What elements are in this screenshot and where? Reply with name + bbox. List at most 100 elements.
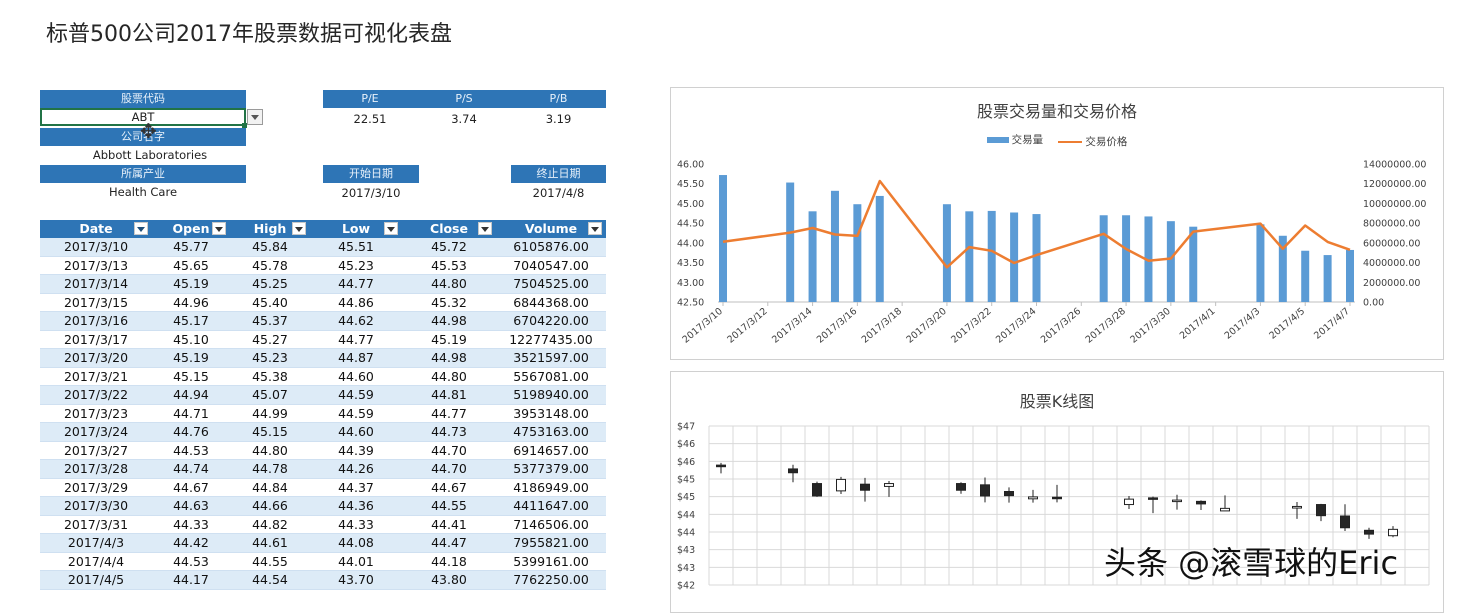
table-row[interactable]: 2017/3/2844.7444.7844.2644.705377379.00 <box>40 460 606 479</box>
cell-high[interactable]: 44.99 <box>230 405 310 423</box>
cell-close[interactable]: 43.80 <box>402 571 496 589</box>
cell-low[interactable]: 44.26 <box>310 460 402 478</box>
cell-low[interactable]: 44.37 <box>310 479 402 497</box>
cell-low[interactable]: 45.51 <box>310 238 402 256</box>
table-row[interactable]: 2017/3/2944.6744.8444.3744.674186949.00 <box>40 479 606 498</box>
cell-volume[interactable]: 6914657.00 <box>496 442 606 460</box>
table-row[interactable]: 2017/3/2145.1545.3844.6044.805567081.00 <box>40 368 606 387</box>
cell-close[interactable]: 44.80 <box>402 275 496 293</box>
cell-open[interactable]: 45.77 <box>152 238 230 256</box>
cell-high[interactable]: 45.37 <box>230 312 310 330</box>
cell-low[interactable]: 45.23 <box>310 257 402 275</box>
cell-date[interactable]: 2017/3/14 <box>40 275 152 293</box>
cell-date[interactable]: 2017/3/24 <box>40 423 152 441</box>
cell-open[interactable]: 45.19 <box>152 275 230 293</box>
cell-high[interactable]: 45.07 <box>230 386 310 404</box>
table-row[interactable]: 2017/3/3144.3344.8244.3344.417146506.00 <box>40 516 606 535</box>
cell-date[interactable]: 2017/4/5 <box>40 571 152 589</box>
cell-open[interactable]: 44.71 <box>152 405 230 423</box>
volume-price-chart-panel[interactable]: 股票交易量和交易价格 交易量 交易价格 42.5043.0043.5044.00… <box>670 87 1444 360</box>
cell-close[interactable]: 44.98 <box>402 312 496 330</box>
cell-volume[interactable]: 12277435.00 <box>496 331 606 349</box>
cell-date[interactable]: 2017/3/15 <box>40 294 152 312</box>
cell-close[interactable]: 44.70 <box>402 442 496 460</box>
table-row[interactable]: 2017/3/2744.5344.8044.3944.706914657.00 <box>40 442 606 461</box>
cell-high[interactable]: 44.61 <box>230 534 310 552</box>
cell-high[interactable]: 44.55 <box>230 553 310 571</box>
cell-low[interactable]: 44.01 <box>310 553 402 571</box>
cell-high[interactable]: 45.84 <box>230 238 310 256</box>
table-row[interactable]: 2017/3/1345.6545.7845.2345.537040547.00 <box>40 257 606 276</box>
cell-close[interactable]: 44.80 <box>402 368 496 386</box>
cell-date[interactable]: 2017/3/27 <box>40 442 152 460</box>
cell-open[interactable]: 45.17 <box>152 312 230 330</box>
filter-dropdown-icon[interactable] <box>588 222 602 235</box>
cell-high[interactable]: 45.78 <box>230 257 310 275</box>
table-row[interactable]: 2017/3/1745.1045.2744.7745.1912277435.00 <box>40 331 606 350</box>
cell-volume[interactable]: 4186949.00 <box>496 479 606 497</box>
cell-date[interactable]: 2017/3/28 <box>40 460 152 478</box>
cell-low[interactable]: 44.33 <box>310 516 402 534</box>
cell-date[interactable]: 2017/3/10 <box>40 238 152 256</box>
cell-low[interactable]: 44.86 <box>310 294 402 312</box>
cell-low[interactable]: 44.39 <box>310 442 402 460</box>
cell-close[interactable]: 45.19 <box>402 331 496 349</box>
cell-date[interactable]: 2017/4/4 <box>40 553 152 571</box>
ticker-dropdown-button[interactable] <box>247 109 263 125</box>
cell-low[interactable]: 44.77 <box>310 275 402 293</box>
cell-date[interactable]: 2017/3/23 <box>40 405 152 423</box>
cell-date[interactable]: 2017/3/22 <box>40 386 152 404</box>
cell-open[interactable]: 44.74 <box>152 460 230 478</box>
cell-volume[interactable]: 7955821.00 <box>496 534 606 552</box>
cell-open[interactable]: 44.76 <box>152 423 230 441</box>
table-row[interactable]: 2017/3/1544.9645.4044.8645.326844368.00 <box>40 294 606 313</box>
cell-low[interactable]: 44.08 <box>310 534 402 552</box>
cell-close[interactable]: 44.77 <box>402 405 496 423</box>
cell-open[interactable]: 44.67 <box>152 479 230 497</box>
cell-close[interactable]: 44.67 <box>402 479 496 497</box>
cell-low[interactable]: 44.87 <box>310 349 402 367</box>
cell-low[interactable]: 44.59 <box>310 405 402 423</box>
cell-high[interactable]: 45.40 <box>230 294 310 312</box>
cell-close[interactable]: 45.72 <box>402 238 496 256</box>
table-row[interactable]: 2017/3/3044.6344.6644.3644.554411647.00 <box>40 497 606 516</box>
cell-volume[interactable]: 4753163.00 <box>496 423 606 441</box>
table-row[interactable]: 2017/3/1645.1745.3744.6244.986704220.00 <box>40 312 606 331</box>
cell-date[interactable]: 2017/3/30 <box>40 497 152 515</box>
cell-low[interactable]: 44.36 <box>310 497 402 515</box>
cell-close[interactable]: 44.18 <box>402 553 496 571</box>
cell-close[interactable]: 44.81 <box>402 386 496 404</box>
table-row[interactable]: 2017/4/344.4244.6144.0844.477955821.00 <box>40 534 606 553</box>
cell-date[interactable]: 2017/4/3 <box>40 534 152 552</box>
table-row[interactable]: 2017/4/444.5344.5544.0144.185399161.00 <box>40 553 606 572</box>
cell-close[interactable]: 45.32 <box>402 294 496 312</box>
cell-open[interactable]: 44.33 <box>152 516 230 534</box>
cell-high[interactable]: 44.66 <box>230 497 310 515</box>
filter-dropdown-icon[interactable] <box>292 222 306 235</box>
table-row[interactable]: 2017/3/1445.1945.2544.7744.807504525.00 <box>40 275 606 294</box>
table-row[interactable]: 2017/3/2344.7144.9944.5944.773953148.00 <box>40 405 606 424</box>
table-row[interactable]: 2017/3/2045.1945.2344.8744.983521597.00 <box>40 349 606 368</box>
cell-low[interactable]: 44.62 <box>310 312 402 330</box>
cell-volume[interactable]: 6704220.00 <box>496 312 606 330</box>
cell-low[interactable]: 44.60 <box>310 368 402 386</box>
cell-volume[interactable]: 6105876.00 <box>496 238 606 256</box>
cell-low[interactable]: 44.77 <box>310 331 402 349</box>
cell-volume[interactable]: 7146506.00 <box>496 516 606 534</box>
cell-volume[interactable]: 3953148.00 <box>496 405 606 423</box>
cell-high[interactable]: 44.84 <box>230 479 310 497</box>
cell-high[interactable]: 45.27 <box>230 331 310 349</box>
cell-open[interactable]: 44.94 <box>152 386 230 404</box>
cell-open[interactable]: 45.19 <box>152 349 230 367</box>
cell-open[interactable]: 44.42 <box>152 534 230 552</box>
cell-date[interactable]: 2017/3/16 <box>40 312 152 330</box>
cell-volume[interactable]: 7040547.00 <box>496 257 606 275</box>
table-row[interactable]: 2017/3/1045.7745.8445.5145.726105876.00 <box>40 238 606 257</box>
filter-active-icon[interactable] <box>134 222 148 235</box>
cell-high[interactable]: 45.15 <box>230 423 310 441</box>
cell-close[interactable]: 45.53 <box>402 257 496 275</box>
start-date-value[interactable]: 2017/3/10 <box>323 184 419 202</box>
cell-open[interactable]: 45.65 <box>152 257 230 275</box>
cell-date[interactable]: 2017/3/21 <box>40 368 152 386</box>
cell-volume[interactable]: 7762250.00 <box>496 571 606 589</box>
